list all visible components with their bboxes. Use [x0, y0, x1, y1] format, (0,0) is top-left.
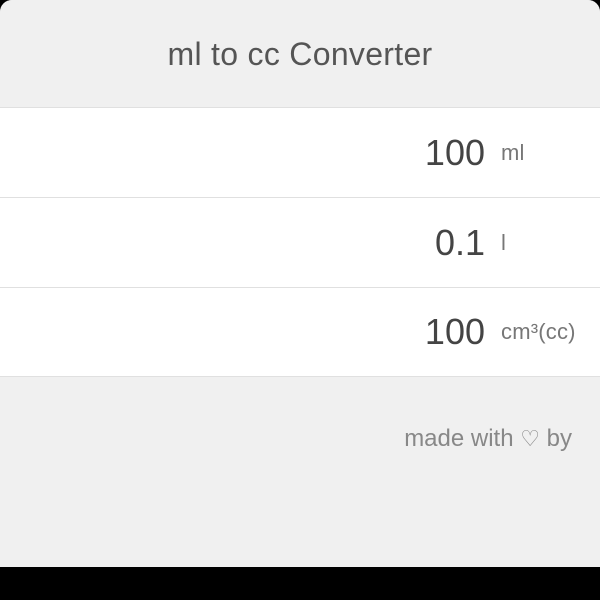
input-ml[interactable] — [20, 132, 497, 174]
converter-rows: ml l cm³(cc) — [0, 107, 600, 377]
footer-prefix: made with — [404, 425, 520, 452]
row-ml: ml — [0, 107, 600, 197]
converter-panel: ml to cc Converter ml l cm³(cc) made wit… — [0, 0, 600, 567]
header: ml to cc Converter — [0, 0, 600, 107]
input-l[interactable] — [20, 222, 497, 264]
row-cc: cm³(cc) — [0, 287, 600, 377]
footer-suffix: by — [540, 425, 572, 452]
page-title: ml to cc Converter — [20, 36, 580, 73]
unit-ml[interactable]: ml — [497, 140, 580, 166]
heart-icon: ♡ — [520, 426, 540, 451]
unit-cc[interactable]: cm³(cc) — [497, 319, 580, 345]
unit-l[interactable]: l — [497, 230, 580, 256]
footer-text: made with ♡ by — [404, 425, 572, 452]
footer: made with ♡ by — [0, 377, 600, 567]
input-cc[interactable] — [20, 311, 497, 353]
row-l: l — [0, 197, 600, 287]
